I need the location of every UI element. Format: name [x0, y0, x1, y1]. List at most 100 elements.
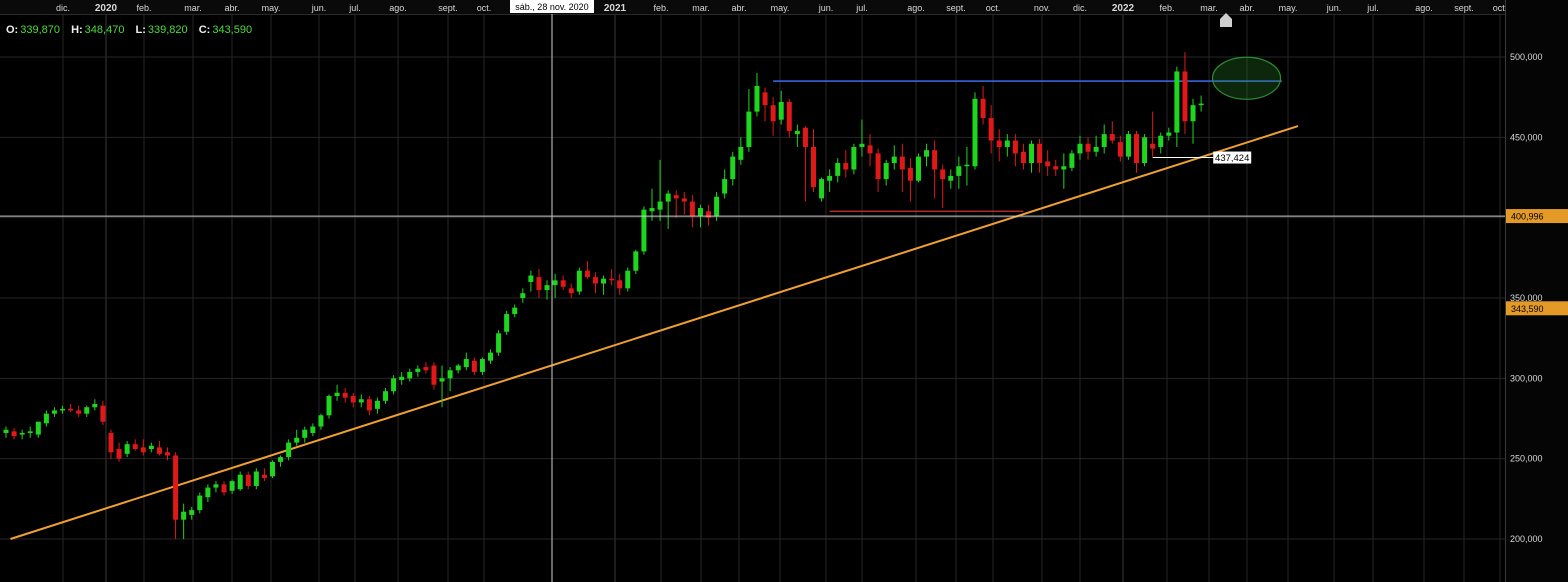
candle-body-down	[592, 277, 598, 284]
candle-body-down	[786, 101, 792, 131]
x-tick-label: dic.	[56, 3, 70, 13]
candle-body-up	[827, 175, 833, 181]
highlight-ellipse[interactable]	[1211, 56, 1282, 100]
candle-body-down	[706, 211, 712, 218]
candle-body-down	[980, 98, 986, 119]
candle-body-down	[366, 399, 372, 411]
candle-body-down	[140, 447, 146, 453]
candle-body-up	[1077, 143, 1083, 154]
y-tick-label: 500,000	[1510, 52, 1543, 62]
candle-body-up	[358, 399, 364, 403]
candle-body-up	[754, 85, 760, 112]
candle-body-down	[342, 392, 348, 398]
x-axis: dic. 2020 feb. mar. abr. may. jun. jul. ago. sept…	[0, 0, 1507, 15]
candle-body-up	[391, 378, 397, 392]
x-tick-label: abr.	[731, 3, 746, 13]
candle-body-up	[1125, 134, 1131, 157]
x-tick-label: dic.	[1073, 3, 1087, 13]
x-tick-label: jun.	[311, 3, 327, 13]
candle-body-down	[536, 277, 542, 290]
candle-body-down	[899, 156, 905, 170]
x-tick-label: jun.	[1326, 3, 1342, 13]
candle-body-up	[35, 421, 41, 435]
candle-body-up	[552, 280, 558, 286]
candle-body-up	[310, 426, 316, 433]
candle-body-up	[407, 371, 413, 379]
candle-body-up	[92, 404, 98, 408]
candle-body-up	[924, 150, 930, 157]
crosshair-date-label: sáb., 28 nov. 2020	[515, 2, 588, 12]
candle-body-down	[673, 195, 679, 199]
candle-body-up	[415, 368, 421, 372]
x-tick-label: feb.	[136, 3, 151, 13]
candle-body-up	[657, 201, 663, 210]
candle-body-up	[601, 278, 607, 284]
candle-body-up	[124, 444, 130, 454]
candle-body-up	[1158, 135, 1164, 147]
candle-body-up	[334, 392, 340, 397]
candle-body-up	[278, 457, 284, 462]
price-chart[interactable]: dic. 2020 feb. mar. abr. may. jun. jul. ago. sept…	[0, 0, 1568, 582]
candle-body-up	[730, 156, 736, 180]
high-value: 348,470	[84, 24, 125, 36]
candle-body-up	[746, 111, 752, 147]
candle-body-up	[891, 156, 897, 164]
candle-body-up	[447, 370, 453, 379]
candle-body-down	[617, 280, 623, 289]
low-label: L:	[135, 24, 146, 36]
candle-body-up	[496, 333, 502, 353]
candle-body-up	[1004, 140, 1010, 147]
candle-body-up	[778, 101, 784, 120]
candle-body-up	[1142, 137, 1148, 164]
candle-body-up	[859, 143, 865, 147]
candle-body-down	[1182, 71, 1188, 122]
candle-body-up	[181, 511, 187, 520]
candle-body-up	[520, 293, 526, 298]
candle-body-up	[229, 481, 235, 491]
candle-body-up	[318, 415, 324, 427]
candle-body-up	[649, 208, 655, 212]
candle-body-down	[940, 169, 946, 180]
candle-body-up	[697, 208, 703, 217]
close-value: 343,590	[212, 24, 253, 36]
close-label: C:	[198, 24, 211, 36]
y-tick-label: 300,000	[1510, 373, 1543, 383]
x-tick-label: may.	[771, 3, 790, 13]
candle-body-down	[68, 408, 74, 411]
candle-body-down	[875, 153, 881, 180]
candle-body-down	[1020, 151, 1026, 164]
candle-body-up	[528, 275, 534, 282]
x-tick-label: sept.	[1454, 3, 1474, 13]
candle-body-up	[148, 445, 154, 450]
x-tick-label: jul.	[855, 3, 868, 13]
candle-body-down	[350, 396, 356, 403]
open-value: 339,870	[20, 24, 60, 36]
candle-body-up	[269, 461, 275, 477]
open-label: O:	[6, 24, 19, 36]
candle-body-up	[286, 442, 292, 458]
candle-body-up	[883, 163, 889, 180]
candle-body-up	[439, 378, 445, 382]
candle-body-up	[213, 484, 219, 488]
candle-body-up	[1101, 134, 1107, 147]
candle-body-down	[1150, 143, 1156, 149]
x-tick-label: jun.	[818, 3, 834, 13]
candle-body-up	[1061, 166, 1067, 170]
candle-body-up	[504, 314, 510, 332]
candle-body-up	[253, 471, 259, 486]
x-tick-label: abr.	[1239, 3, 1254, 13]
candle-body-down	[431, 365, 437, 385]
scroll-to-latest-icon[interactable]	[1220, 13, 1232, 27]
candle-body-up	[455, 365, 461, 371]
x-tick-label: jul.	[1366, 3, 1379, 13]
candle-body-up	[479, 359, 485, 372]
candle-body-down	[261, 474, 267, 478]
candle-body-down	[802, 127, 808, 147]
x-tick-label: nov.	[1034, 3, 1050, 13]
x-tick-label: feb.	[1159, 3, 1174, 13]
candle-body-down	[689, 201, 695, 217]
candle-body-down	[76, 410, 82, 414]
x-tick-label: ago.	[389, 3, 407, 13]
candle-body-up	[633, 251, 639, 271]
y-tick-label: 200,000	[1510, 534, 1543, 544]
